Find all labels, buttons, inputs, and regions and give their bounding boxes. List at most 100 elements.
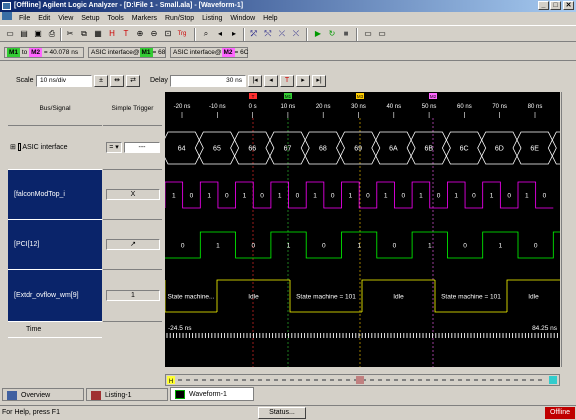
cut-icon[interactable]: ✂ (64, 28, 76, 40)
overview-strip[interactable]: H (166, 375, 559, 385)
vertical-scrollbar[interactable] (561, 92, 572, 367)
zoom-fit-icon[interactable]: ⊡ (162, 28, 174, 40)
overview-tick[interactable] (514, 379, 518, 381)
overview-tick[interactable] (498, 379, 502, 381)
trigger-value-input[interactable]: --- (124, 141, 160, 153)
overview-tick[interactable] (530, 379, 534, 381)
overview-tick[interactable] (482, 379, 486, 381)
menu-file[interactable]: File (16, 13, 33, 25)
signal-row-asic[interactable]: ⊞ ASIC interface (8, 126, 102, 170)
overview-tick[interactable] (210, 379, 214, 381)
scale-zoom-in-button[interactable]: ± (94, 75, 108, 87)
delay-input[interactable]: 30 ns (170, 75, 246, 87)
overview-tick[interactable] (378, 379, 382, 381)
menu-markers[interactable]: Markers (129, 13, 160, 25)
delay-last-button[interactable]: ▸| (312, 75, 326, 87)
zoom-in-icon[interactable]: ⊕ (134, 28, 146, 40)
overview-tick[interactable] (274, 379, 278, 381)
trigger-select[interactable]: 1 (106, 289, 160, 301)
waveform-display[interactable]: -20 ns -10 ns 0 s 10 ns 20 ns 30 ns 40 ns 50 ns… (159, 92, 576, 367)
stop-icon[interactable]: ■ (340, 28, 352, 40)
menu-setup[interactable]: Setup (78, 13, 102, 25)
overview-tick[interactable] (450, 379, 454, 381)
marker-tool3-icon[interactable]: ⤫ (276, 28, 288, 40)
help-icon[interactable]: ▭ (376, 28, 388, 40)
trigger-icon[interactable]: Trg (176, 28, 188, 40)
print-icon[interactable]: ⎙ (46, 28, 58, 40)
trigger-select[interactable]: ↗ (106, 238, 160, 250)
overview-tick[interactable] (410, 379, 414, 381)
menu-edit[interactable]: Edit (35, 13, 53, 25)
find-next-icon[interactable]: ▸ (228, 28, 240, 40)
asic-m1-field[interactable]: ASIC interface@ M1 = 68 (88, 47, 166, 58)
signal-row-pci[interactable]: [PCI[12] (8, 220, 102, 270)
copy-icon[interactable]: ⧉ (78, 28, 90, 40)
find-icon[interactable]: ⌕ (200, 28, 212, 40)
overview-tick[interactable] (290, 379, 294, 381)
overview-tick[interactable] (434, 379, 438, 381)
overview-tick[interactable] (466, 379, 470, 381)
overview-tick[interactable] (522, 379, 526, 381)
new-icon[interactable]: ▭ (4, 28, 16, 40)
trigger-select[interactable]: X (106, 188, 160, 200)
properties-icon[interactable]: ▭ (362, 28, 374, 40)
delay-first-button[interactable]: |◂ (248, 75, 262, 87)
overview-tick[interactable] (370, 379, 374, 381)
marker-tool4-icon[interactable]: ⤬ (290, 28, 302, 40)
overview-tick[interactable] (490, 379, 494, 381)
status-button[interactable]: Status... (258, 407, 306, 419)
delay-trigger-button[interactable]: T (280, 75, 294, 87)
overview-tick[interactable] (394, 379, 398, 381)
overview-tick[interactable] (226, 379, 230, 381)
overview-tick[interactable] (346, 379, 350, 381)
overview-tick[interactable] (234, 379, 238, 381)
overview-tick[interactable] (322, 379, 326, 381)
overview-tick[interactable] (418, 379, 422, 381)
overview-end-marker[interactable] (549, 376, 557, 384)
signal-row-extdr[interactable]: [Extdr_ovflow_wm[9] (8, 270, 102, 322)
tab-waveform[interactable]: Waveform-1 (170, 387, 254, 401)
run-icon[interactable]: ▶ (312, 28, 324, 40)
open-icon[interactable]: ▤ (18, 28, 30, 40)
overview-tick[interactable] (194, 379, 198, 381)
overview-tick[interactable] (258, 379, 262, 381)
overview-tick[interactable] (458, 379, 462, 381)
trigger-operator-select[interactable]: = ▾ (106, 141, 122, 153)
overview-tick[interactable] (330, 379, 334, 381)
simple-trigger-header[interactable]: Simple Trigger (103, 92, 162, 126)
overview-tick[interactable] (282, 379, 286, 381)
scale-input[interactable]: 10 ns/div (36, 75, 92, 87)
overview-tick[interactable] (306, 379, 310, 381)
menu-run-stop[interactable]: Run/Stop (162, 13, 197, 25)
marker-t-icon[interactable]: T (120, 28, 132, 40)
overview-tick[interactable] (538, 379, 542, 381)
menu-listing[interactable]: Listing (199, 13, 225, 25)
marker-tool1-icon[interactable]: ⤱ (248, 28, 260, 40)
marker-delta-field[interactable]: M1 to M2 = 40.078 ns (4, 47, 84, 58)
scale-fit-button[interactable]: ⇄ (126, 75, 140, 87)
tab-listing[interactable]: Listing-1 (86, 388, 168, 401)
minimize-button[interactable]: _ (538, 1, 549, 10)
overview-tick[interactable] (338, 379, 342, 381)
overview-tick[interactable] (386, 379, 390, 381)
overview-thumb[interactable] (356, 376, 364, 384)
marker-h-icon[interactable]: H (106, 28, 118, 40)
signal-row-falcon[interactable]: [falconModTop_i (8, 170, 102, 220)
menu-help[interactable]: Help (260, 13, 280, 25)
overview-tick[interactable] (266, 379, 270, 381)
overview-tick[interactable] (474, 379, 478, 381)
delay-marker-button[interactable]: ▸ (296, 75, 310, 87)
marker-tool2-icon[interactable]: ⤲ (262, 28, 274, 40)
find-prev-icon[interactable]: ◂ (214, 28, 226, 40)
save-icon[interactable]: ▣ (32, 28, 44, 40)
overview-tick[interactable] (426, 379, 430, 381)
menu-view[interactable]: View (55, 13, 76, 25)
menu-window[interactable]: Window (227, 13, 258, 25)
zoom-out-icon[interactable]: ⊖ (148, 28, 160, 40)
paste-icon[interactable]: ▦ (92, 28, 104, 40)
close-button[interactable]: ✕ (563, 1, 574, 10)
overview-tick[interactable] (178, 379, 182, 381)
maximize-button[interactable]: □ (550, 1, 561, 10)
waveform-canvas[interactable]: -20 ns -10 ns 0 s 10 ns 20 ns 30 ns 40 ns 50 ns… (159, 92, 576, 367)
delay-prev-button[interactable]: ◂ (264, 75, 278, 87)
